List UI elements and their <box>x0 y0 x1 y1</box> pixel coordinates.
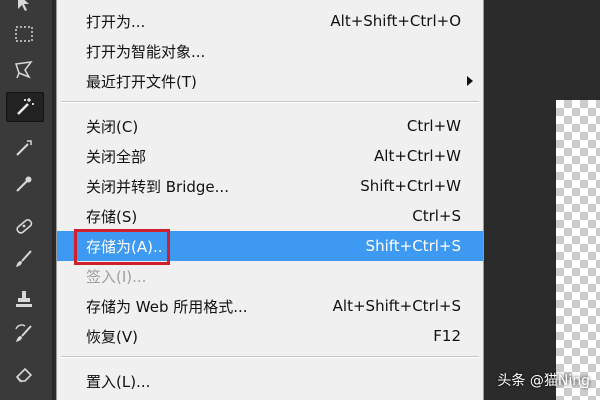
menu-item-open-as-smart-object[interactable]: 打开为智能对象... <box>57 36 483 66</box>
menu-item-shortcut: F12 <box>433 327 461 345</box>
submenu-arrow-icon <box>467 76 473 86</box>
menu-item-shortcut: Alt+Shift+Ctrl+O <box>330 12 461 30</box>
tools-panel <box>0 0 53 400</box>
lasso-icon[interactable] <box>6 56 42 84</box>
magic-wand-icon[interactable] <box>6 92 44 122</box>
menu-item-label: 打开为... <box>86 12 146 31</box>
menu-item-shortcut: Alt+Shift+Ctrl+S <box>332 297 461 315</box>
file-menu: 打开为... Alt+Shift+Ctrl+O 打开为智能对象... 最近打开文… <box>56 0 484 400</box>
eraser-icon[interactable] <box>6 360 42 388</box>
menu-item-label: 打开为智能对象... <box>86 42 206 61</box>
move-arrow-icon[interactable] <box>6 0 42 16</box>
menu-item-label: 关闭并转到 Bridge... <box>86 177 229 196</box>
menu-separator <box>61 101 479 103</box>
menu-item-open-as[interactable]: 打开为... Alt+Shift+Ctrl+O <box>57 6 483 36</box>
menu-item-label: 置入(L)... <box>86 372 151 391</box>
menu-item-shortcut: Alt+Ctrl+W <box>374 147 461 165</box>
menu-item-save-for-web[interactable]: 存储为 Web 所用格式... Alt+Shift+Ctrl+S <box>57 291 483 321</box>
healing-brush-icon[interactable] <box>6 212 42 240</box>
transparent-canvas[interactable] <box>556 100 600 400</box>
menu-item-recent-files[interactable]: 最近打开文件(T) <box>57 66 483 96</box>
history-brush-icon[interactable] <box>6 320 42 348</box>
menu-item-save-as[interactable]: 存储为(A).. Shift+Ctrl+S <box>57 231 483 261</box>
rectangular-marquee-icon[interactable] <box>6 20 42 48</box>
menu-item-label: 最近打开文件(T) <box>86 72 197 91</box>
menu-item-close[interactable]: 关闭(C) Ctrl+W <box>57 111 483 141</box>
menu-item-shortcut: Shift+Ctrl+S <box>365 237 461 255</box>
menu-item-shortcut: Shift+Ctrl+W <box>360 177 461 195</box>
menu-item-label: 关闭(C) <box>86 117 139 136</box>
menu-item-close-all[interactable]: 关闭全部 Alt+Ctrl+W <box>57 141 483 171</box>
menu-item-label: 存储为(A).. <box>86 237 163 256</box>
menu-item-save[interactable]: 存储(S) Ctrl+S <box>57 201 483 231</box>
watermark: 头条 @猫Ning <box>497 373 590 389</box>
menu-item-label: 恢复(V) <box>86 327 138 346</box>
crop-icon[interactable] <box>6 134 42 162</box>
menu-item-shortcut: Ctrl+S <box>412 207 461 225</box>
menu-item-close-go-bridge[interactable]: 关闭并转到 Bridge... Shift+Ctrl+W <box>57 171 483 201</box>
eyedropper-icon[interactable] <box>6 170 42 198</box>
menu-item-shortcut: Ctrl+W <box>406 117 461 135</box>
brush-icon[interactable] <box>6 245 42 273</box>
menu-item-place[interactable]: 置入(L)... <box>57 366 483 396</box>
clone-stamp-icon[interactable] <box>6 285 42 313</box>
menu-item-revert[interactable]: 恢复(V) F12 <box>57 321 483 351</box>
menu-separator <box>61 356 479 358</box>
menu-item-label: 存储为 Web 所用格式... <box>86 297 248 316</box>
menu-item-label: 关闭全部 <box>86 147 147 166</box>
menu-item-check-in: 签入(I)... <box>57 261 483 291</box>
menu-item-label: 签入(I)... <box>86 267 147 286</box>
menu-item-label: 存储(S) <box>86 207 138 226</box>
